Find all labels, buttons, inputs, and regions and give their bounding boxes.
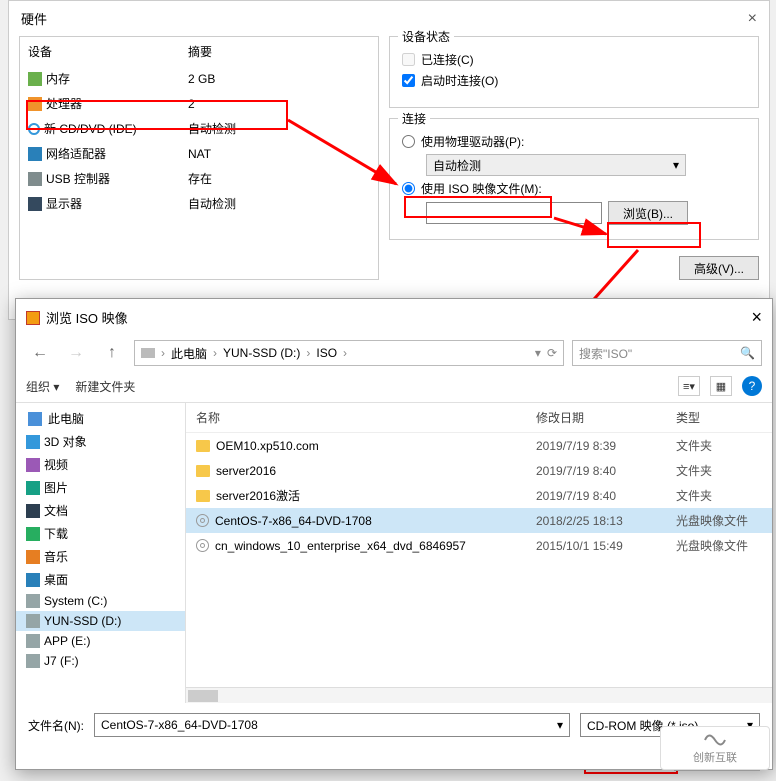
docs-icon <box>26 504 40 518</box>
folder-icon <box>196 440 210 452</box>
folder-icon <box>196 490 210 502</box>
drive-icon <box>26 634 40 648</box>
usb-icon <box>28 172 42 186</box>
pictures-icon <box>26 481 40 495</box>
sidebar-item[interactable]: 文档 <box>16 499 185 522</box>
close-icon[interactable]: × <box>751 307 762 328</box>
filename-input[interactable]: CentOS-7-x86_64-DVD-1708▾ <box>94 713 570 737</box>
filename-label: 文件名(N): <box>28 717 84 734</box>
connection-legend: 连接 <box>398 110 430 127</box>
drive-icon <box>26 614 40 628</box>
file-row[interactable]: server20162019/7/19 8:40文件夹 <box>186 458 772 483</box>
use-iso-radio[interactable]: 使用 ISO 映像文件(M): <box>402 180 746 197</box>
chevron-down-icon[interactable]: ▾ <box>535 346 541 360</box>
help-icon[interactable]: ? <box>742 376 762 396</box>
organize-menu[interactable]: 组织 ▾ <box>26 378 59 395</box>
file-row[interactable]: CentOS-7-x86_64-DVD-17082018/2/25 18:13光… <box>186 508 772 533</box>
watermark: 创新互联 <box>660 726 770 770</box>
cd-icon <box>28 123 40 135</box>
desktop-icon <box>26 573 40 587</box>
pc-icon <box>28 412 42 426</box>
iso-icon <box>196 539 209 552</box>
folder-icon <box>196 465 210 477</box>
forward-button[interactable]: → <box>62 340 90 366</box>
col-device: 设备 <box>28 43 188 60</box>
close-icon[interactable]: × <box>748 10 757 28</box>
device-list: 设备 摘要 内存2 GB 处理器2 新 CD/DVD (IDE)自动检测 网络适… <box>19 36 379 280</box>
device-status-legend: 设备状态 <box>398 28 454 45</box>
iso-path-input[interactable] <box>426 202 602 224</box>
col-summary: 摘要 <box>188 43 212 60</box>
col-type[interactable]: 类型 <box>676 409 762 426</box>
sidebar-item[interactable]: 视频 <box>16 453 185 476</box>
sidebar-item[interactable]: APP (E:) <box>16 631 185 651</box>
browse-button[interactable]: 浏览(B)... <box>608 201 688 225</box>
music-icon <box>26 550 40 564</box>
sidebar-item[interactable]: 3D 对象 <box>16 430 185 453</box>
sidebar-item[interactable]: System (C:) <box>16 591 185 611</box>
sidebar-item[interactable]: 音乐 <box>16 545 185 568</box>
device-row[interactable]: 新 CD/DVD (IDE)自动检测 <box>20 116 378 141</box>
device-row[interactable]: 处理器2 <box>20 91 378 116</box>
col-date[interactable]: 修改日期 <box>536 409 676 426</box>
view-icon[interactable]: ≡▾ <box>678 376 700 396</box>
back-button[interactable]: ← <box>26 340 54 366</box>
device-row[interactable]: 内存2 GB <box>20 66 378 91</box>
use-physical-radio[interactable]: 使用物理驱动器(P): <box>402 133 746 150</box>
sidebar: 此电脑 3D 对象 视频 图片 文档 下载 音乐 桌面 System (C:) … <box>16 403 186 703</box>
up-button[interactable]: ↑ <box>98 340 126 366</box>
chevron-down-icon[interactable]: ▾ <box>557 718 563 732</box>
search-input[interactable]: 搜索"ISO" 🔍 <box>572 340 762 366</box>
display-icon <box>28 197 42 211</box>
hardware-dialog: 硬件 × 设备 摘要 内存2 GB 处理器2 新 CD/DVD (IDE)自动检… <box>8 0 770 320</box>
col-name[interactable]: 名称 <box>196 409 536 426</box>
chevron-down-icon: ▾ <box>673 158 679 172</box>
downloads-icon <box>26 527 40 541</box>
preview-icon[interactable]: ▦ <box>710 376 732 396</box>
sidebar-item[interactable]: 桌面 <box>16 568 185 591</box>
hardware-title: 硬件 <box>21 9 47 28</box>
new-folder-button[interactable]: 新建文件夹 <box>75 378 135 395</box>
iso-icon <box>196 514 209 527</box>
connect-on-power-checkbox[interactable]: 启动时连接(O) <box>402 72 746 89</box>
drive-icon <box>26 654 40 668</box>
video-icon <box>26 458 40 472</box>
breadcrumb-item[interactable]: 此电脑 <box>171 345 207 362</box>
drive-icon <box>141 348 155 358</box>
sidebar-item[interactable]: 图片 <box>16 476 185 499</box>
file-list: 名称 修改日期 类型 OEM10.xp510.com2019/7/19 8:39… <box>186 403 772 703</box>
drive-icon <box>26 594 40 608</box>
search-icon: 🔍 <box>740 346 755 360</box>
sidebar-item[interactable]: 下载 <box>16 522 185 545</box>
vm-icon <box>26 311 40 325</box>
connection-group: 连接 使用物理驱动器(P): 自动检测▾ 使用 ISO 映像文件(M): 浏览(… <box>389 118 759 240</box>
physical-drive-select[interactable]: 自动检测▾ <box>426 154 686 176</box>
sidebar-item[interactable]: J7 (F:) <box>16 651 185 671</box>
file-row[interactable]: OEM10.xp510.com2019/7/19 8:39文件夹 <box>186 433 772 458</box>
file-dialog-title: 浏览 ISO 映像 <box>46 308 128 327</box>
file-row[interactable]: cn_windows_10_enterprise_x64_dvd_6846957… <box>186 533 772 558</box>
file-row[interactable]: server2016激活2019/7/19 8:40文件夹 <box>186 483 772 508</box>
device-row[interactable]: USB 控制器存在 <box>20 166 378 191</box>
device-status-group: 设备状态 已连接(C) 启动时连接(O) <box>389 36 759 108</box>
advanced-button[interactable]: 高级(V)... <box>679 256 759 280</box>
memory-icon <box>28 72 42 86</box>
device-row[interactable]: 网络适配器NAT <box>20 141 378 166</box>
breadcrumb-item[interactable]: ISO <box>316 346 337 360</box>
breadcrumb-item[interactable]: YUN-SSD (D:) <box>223 346 300 360</box>
sidebar-item[interactable]: YUN-SSD (D:) <box>16 611 185 631</box>
3d-icon <box>26 435 40 449</box>
refresh-icon[interactable]: ⟳ <box>547 346 557 360</box>
network-icon <box>28 147 42 161</box>
file-open-dialog: 浏览 ISO 映像 × ← → ↑ ›此电脑 ›YUN-SSD (D:) ›IS… <box>15 298 773 770</box>
cpu-icon <box>28 97 42 111</box>
breadcrumb[interactable]: ›此电脑 ›YUN-SSD (D:) ›ISO › ▾⟳ <box>134 340 564 366</box>
sidebar-item-this-pc[interactable]: 此电脑 <box>16 407 185 430</box>
horizontal-scrollbar[interactable] <box>186 687 772 703</box>
connected-checkbox[interactable]: 已连接(C) <box>402 51 746 68</box>
device-row[interactable]: 显示器自动检测 <box>20 191 378 216</box>
